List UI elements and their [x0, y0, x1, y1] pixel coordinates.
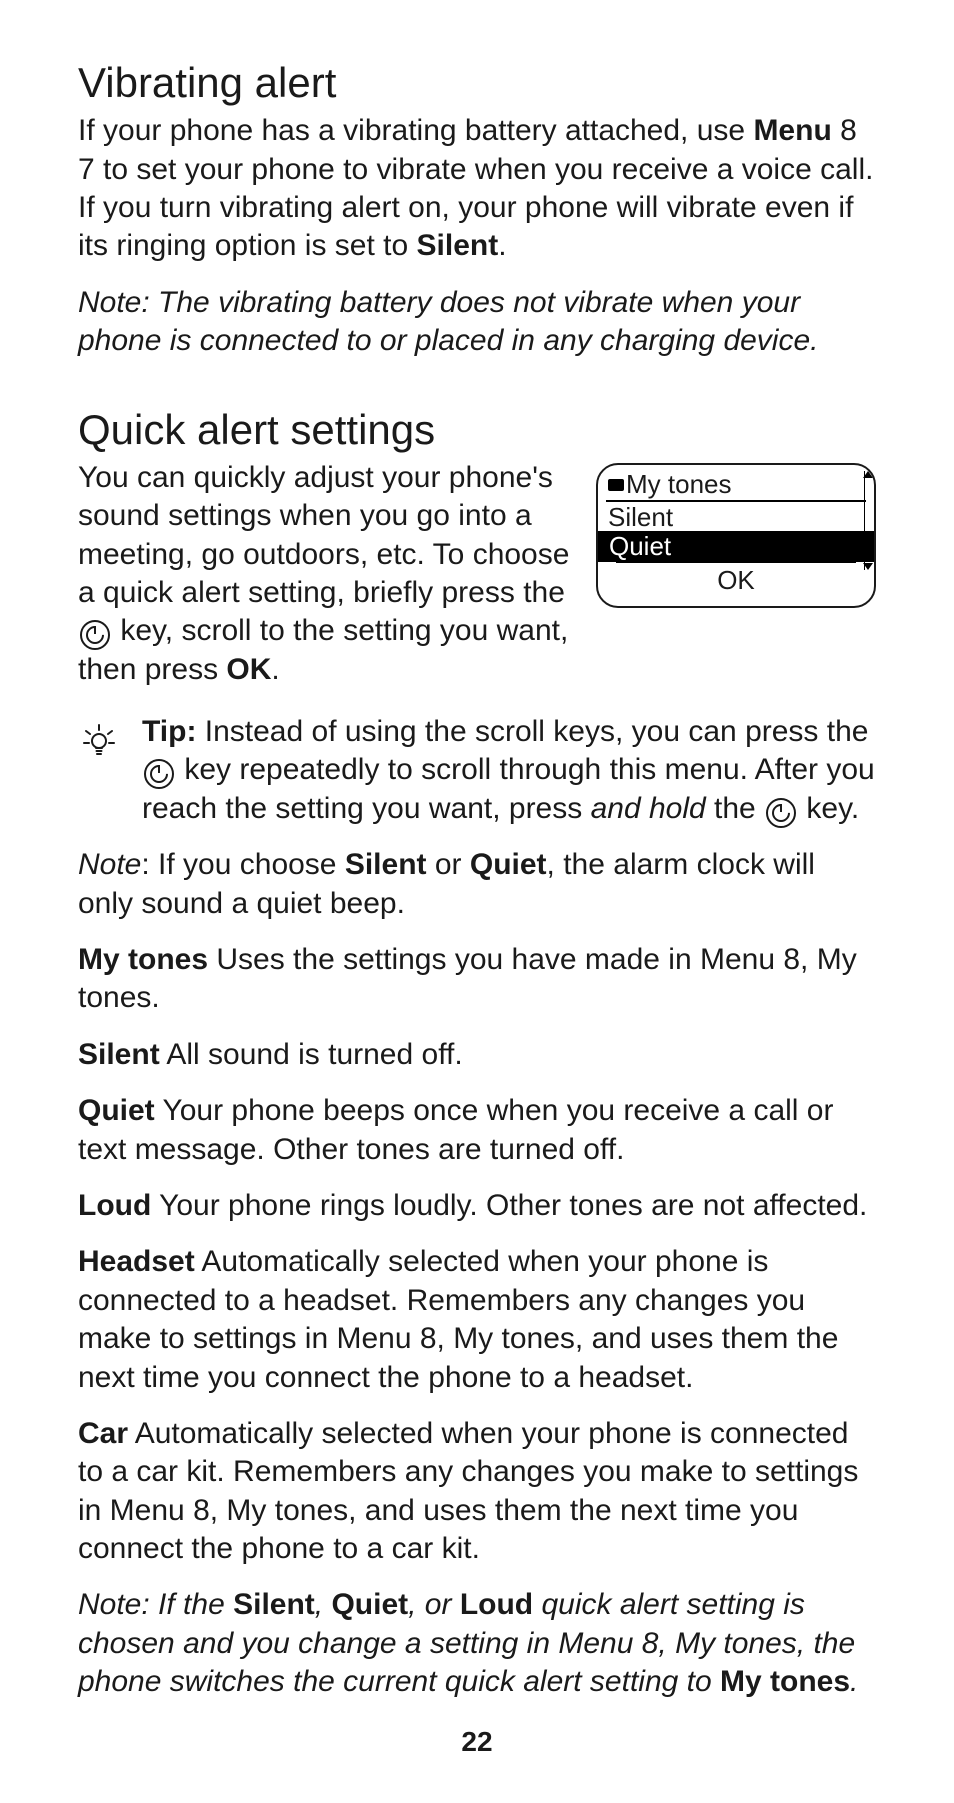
list-label: Quiet	[609, 531, 671, 561]
scroll-down-icon	[863, 563, 873, 570]
manual-page: Vibrating alert If your phone has a vibr…	[0, 0, 954, 1798]
text: .	[498, 229, 506, 262]
power-key-icon	[80, 620, 110, 650]
def-silent: Silent All sound is turned off.	[78, 1036, 876, 1074]
scrollbar	[864, 471, 872, 570]
scroll-up-icon	[863, 471, 873, 478]
list-item: My tones	[608, 471, 864, 498]
silent-label: Silent	[417, 229, 499, 262]
def-label: My tones	[78, 943, 208, 976]
note-switch-my-tones: Note: If the Silent, Quiet, or Loud quic…	[78, 1586, 876, 1701]
power-key-icon	[766, 798, 796, 828]
def-text: Automatically selected when your phone i…	[78, 1417, 858, 1565]
def-label: Loud	[78, 1189, 151, 1222]
def-label: Quiet	[78, 1094, 155, 1127]
text: Instead of using the scroll keys, you ca…	[196, 715, 868, 748]
def-text: Your phone beeps once when you receive a…	[78, 1094, 833, 1165]
def-label: Headset	[78, 1245, 195, 1278]
heading-quick-alert: Quick alert settings	[78, 407, 876, 453]
def-headset: Headset Automatically selected when your…	[78, 1243, 876, 1397]
quiet-label: Quiet	[470, 848, 547, 881]
def-my-tones: My tones Uses the settings you have made…	[78, 941, 876, 1018]
tip-label: Tip:	[142, 715, 196, 748]
list-item: Silent	[608, 504, 864, 531]
text: Note: If the	[78, 1588, 233, 1621]
my-tones-label: My tones	[720, 1665, 850, 1698]
text: .	[271, 653, 279, 686]
def-text: Your phone rings loudly. Other tones are…	[151, 1189, 867, 1222]
text: If your phone has a vibrating battery at…	[78, 114, 753, 147]
lightbulb-icon	[78, 719, 120, 761]
def-text: All sound is turned off.	[160, 1038, 463, 1071]
quick-alert-row: You can quickly adjust your phone's soun…	[78, 459, 876, 689]
screen-frame: My tones Silent Quiet OK	[596, 463, 876, 608]
text: , or	[408, 1588, 460, 1621]
text: the	[706, 792, 764, 825]
def-quiet: Quiet Your phone beeps once when you rec…	[78, 1092, 876, 1169]
text: key repeatedly to scroll through this me…	[142, 753, 875, 824]
page-number: 22	[78, 1726, 876, 1758]
heading-vibrating-alert: Vibrating alert	[78, 60, 876, 106]
screen-list: My tones Silent Quiet OK	[598, 465, 874, 606]
note-vibrating: Note: The vibrating battery does not vib…	[78, 284, 876, 361]
quiet-label: Quiet	[331, 1588, 408, 1621]
ok-label: OK	[226, 653, 271, 686]
note-silent-quiet: Note: If you choose Silent or Quiet, the…	[78, 846, 876, 923]
text: .	[850, 1665, 858, 1698]
menu-label: Menu	[753, 114, 831, 147]
def-car: Car Automatically selected when your pho…	[78, 1415, 876, 1569]
battery-icon	[608, 479, 624, 491]
phone-screen-illustration: My tones Silent Quiet OK	[596, 463, 876, 608]
text: : If you choose	[141, 848, 344, 881]
list-label: Silent	[608, 502, 673, 532]
tip-text: Tip: Instead of using the scroll keys, y…	[142, 713, 876, 828]
text: key.	[798, 792, 859, 825]
soft-key-label: OK	[616, 562, 856, 600]
power-key-icon	[144, 759, 174, 789]
text: or	[427, 848, 470, 881]
text: You can quickly adjust your phone's soun…	[78, 461, 569, 609]
tip-block: Tip: Instead of using the scroll keys, y…	[78, 713, 876, 828]
loud-label: Loud	[460, 1588, 533, 1621]
para-quick-intro: You can quickly adjust your phone's soun…	[78, 459, 572, 689]
silent-label: Silent	[345, 848, 427, 881]
note-label: Note	[78, 848, 141, 881]
list-label: My tones	[626, 469, 732, 499]
def-loud: Loud Your phone rings loudly. Other tone…	[78, 1187, 876, 1225]
and-hold: and hold	[591, 792, 706, 825]
para-vibrating-intro: If your phone has a vibrating battery at…	[78, 112, 876, 266]
tip-icon-col	[78, 713, 124, 828]
text: ,	[315, 1588, 332, 1621]
silent-label: Silent	[233, 1588, 315, 1621]
text: key, scroll to the setting you want, the…	[78, 614, 568, 685]
def-label: Car	[78, 1417, 128, 1450]
list-item-selected: Quiet	[598, 531, 874, 562]
def-label: Silent	[78, 1038, 160, 1071]
